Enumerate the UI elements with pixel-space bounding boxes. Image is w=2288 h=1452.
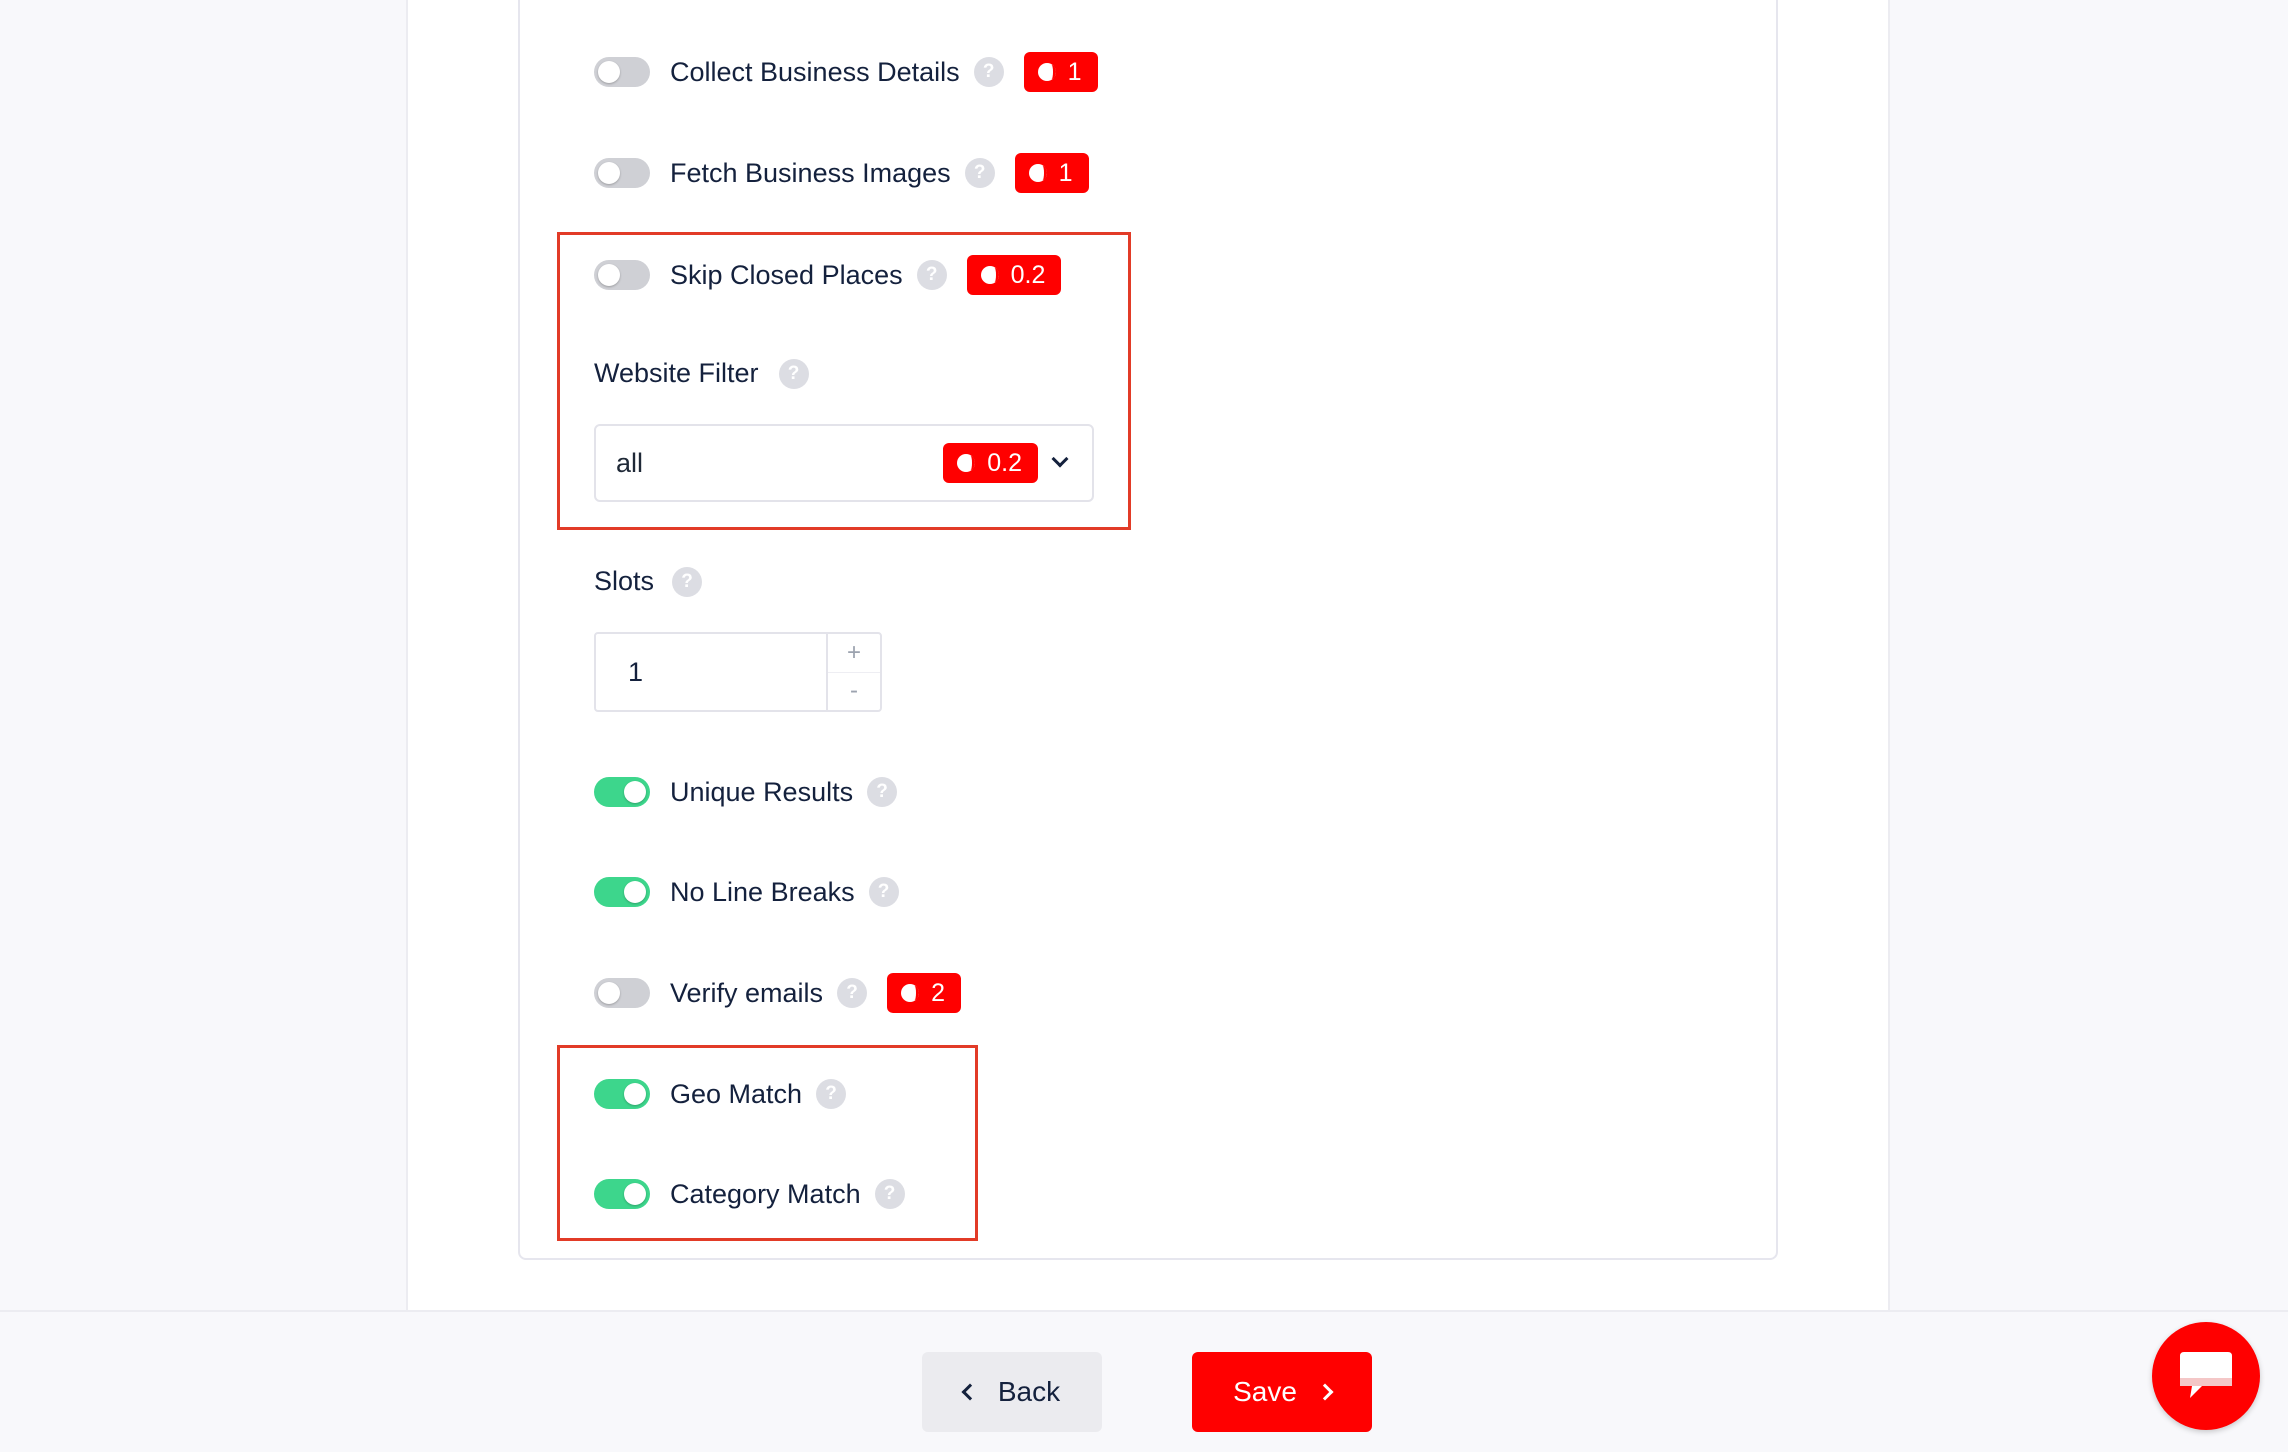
back-label: Back: [997, 1376, 1061, 1407]
website-filter-label: Website Filter: [594, 358, 759, 388]
website-filter-heading: Website Filter ?: [594, 358, 809, 389]
geo-match-label: Geo Match: [670, 1078, 803, 1109]
collect-business-details-toggle[interactable]: [594, 57, 650, 87]
credits-value: 2: [931, 978, 945, 1007]
credits-badge: 0.2: [966, 255, 1062, 295]
option-collect-business-details: Collect Business Details ? 1: [594, 48, 1098, 96]
credits-badge: 1: [1023, 52, 1098, 92]
increment-button[interactable]: +: [828, 634, 880, 672]
unique-results-toggle[interactable]: [594, 777, 650, 807]
fetch-business-images-label: Fetch Business Images: [670, 157, 951, 188]
option-geo-match: Geo Match ?: [594, 1070, 847, 1118]
slots-stepper: 1 + -: [594, 632, 882, 712]
option-fetch-business-images: Fetch Business Images ? 1: [594, 149, 1089, 197]
credits-value: 0.2: [1010, 260, 1046, 289]
help-icon[interactable]: ?: [973, 57, 1004, 87]
option-unique-results: Unique Results ?: [594, 768, 898, 816]
slots-heading: Slots ?: [594, 566, 703, 597]
slots-input[interactable]: 1: [596, 634, 826, 710]
coin-icon: [901, 984, 920, 1002]
credits-value: 1: [1058, 158, 1073, 187]
help-icon[interactable]: ?: [778, 358, 809, 389]
credits-badge: 2: [887, 973, 961, 1013]
category-match-label: Category Match: [670, 1178, 861, 1209]
chevron-left-icon: [961, 1383, 979, 1401]
credits-badge: 1: [1014, 153, 1089, 193]
option-category-match: Category Match ?: [594, 1170, 905, 1218]
slots-label: Slots: [594, 566, 655, 596]
help-icon[interactable]: ?: [916, 260, 947, 290]
skip-closed-places-label: Skip Closed Places: [670, 259, 903, 290]
website-filter-value: all: [616, 447, 644, 478]
help-icon[interactable]: ?: [837, 978, 868, 1008]
coin-icon: [980, 266, 999, 284]
help-icon[interactable]: ?: [964, 158, 995, 188]
no-line-breaks-toggle[interactable]: [594, 877, 650, 907]
credits-value: 1: [1067, 57, 1082, 86]
coin-icon: [1028, 164, 1047, 182]
verify-emails-label: Verify emails: [670, 977, 824, 1008]
chat-widget-button[interactable]: [2152, 1322, 2260, 1430]
credits-badge: 0.2: [943, 443, 1038, 483]
help-icon[interactable]: ?: [868, 877, 899, 907]
no-line-breaks-label: No Line Breaks: [670, 876, 855, 907]
decrement-button[interactable]: -: [828, 671, 880, 711]
chat-icon: [2180, 1352, 2232, 1398]
save-label: Save: [1233, 1376, 1297, 1407]
option-verify-emails: Verify emails ? 2: [594, 969, 961, 1017]
credits-value: 0.2: [987, 448, 1022, 477]
geo-match-toggle[interactable]: [594, 1079, 650, 1109]
chevron-right-icon: [1316, 1383, 1334, 1401]
footer-bar: [0, 1310, 2288, 1452]
help-icon[interactable]: ?: [816, 1079, 847, 1109]
verify-emails-toggle[interactable]: [594, 978, 650, 1008]
fetch-business-images-toggle[interactable]: [594, 158, 650, 188]
unique-results-label: Unique Results: [670, 776, 854, 807]
option-skip-closed-places: Skip Closed Places ? 0.2: [594, 251, 1062, 299]
save-button[interactable]: Save: [1192, 1352, 1372, 1432]
help-icon[interactable]: ?: [874, 1179, 905, 1209]
website-filter-select[interactable]: all 0.2: [594, 424, 1094, 502]
category-match-toggle[interactable]: [594, 1179, 650, 1209]
coin-icon: [957, 454, 976, 472]
collect-business-details-label: Collect Business Details: [670, 56, 960, 87]
option-no-line-breaks: No Line Breaks ?: [594, 868, 899, 916]
back-button[interactable]: Back: [922, 1352, 1102, 1432]
stepper-buttons: + -: [826, 634, 880, 710]
help-icon[interactable]: ?: [867, 777, 898, 807]
coin-icon: [1037, 63, 1056, 81]
help-icon[interactable]: ?: [672, 566, 703, 597]
chevron-down-icon: [1051, 450, 1069, 468]
skip-closed-places-toggle[interactable]: [594, 260, 650, 290]
